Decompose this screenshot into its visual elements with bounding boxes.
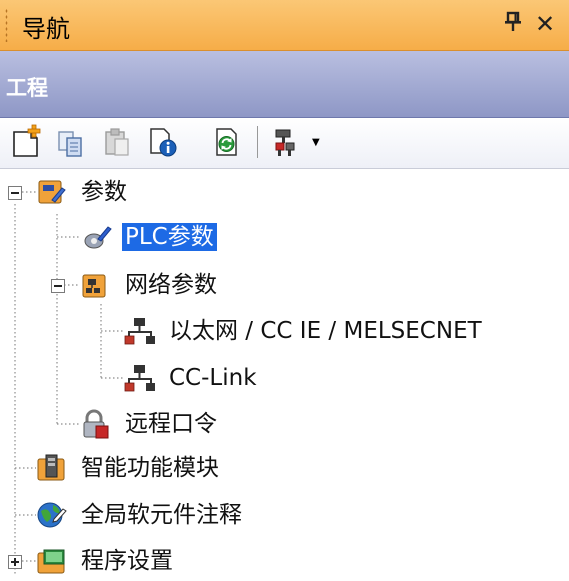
global-comment-icon (36, 499, 68, 531)
module-folder-icon (36, 452, 68, 484)
paste-icon[interactable] (100, 124, 134, 160)
tree-item-label: 远程口令 (125, 411, 217, 437)
properties-icon[interactable] (146, 124, 180, 160)
new-data-icon[interactable] (10, 124, 44, 160)
tree-item-label: 以太网 / CC IE / MELSECNET (169, 318, 482, 344)
panel-title: 导航 (22, 15, 70, 43)
section-title: 工程 (6, 76, 48, 100)
display-options-icon[interactable] (270, 124, 304, 160)
collapse-toggle-network-parameters[interactable] (51, 279, 65, 293)
close-button[interactable]: ✕ (532, 10, 558, 38)
program-setting-icon (36, 545, 68, 577)
drag-grip-icon[interactable] (5, 8, 8, 42)
pin-glyph-icon (505, 11, 521, 31)
lock-icon (80, 408, 112, 440)
toolbar: ▼ (0, 118, 569, 169)
tree-item-label: 智能功能模块 (81, 455, 219, 481)
expand-toggle-program-setting[interactable] (8, 555, 22, 569)
toolbar-separator (257, 126, 258, 158)
tree-item-label: CC-Link (169, 365, 257, 391)
panel-title-bar[interactable]: 导航 ✕ (0, 0, 569, 51)
network-node-icon (124, 315, 156, 347)
project-tree: 参数 PLC参数 网络参数 以太网 / CC IE / MELSECNET CC… (0, 168, 569, 576)
tree-item-label: 程序设置 (81, 548, 173, 574)
copy-icon[interactable] (54, 124, 88, 160)
tree-item-label: 全局软元件注释 (81, 502, 242, 528)
network-node-icon (124, 362, 156, 394)
refresh-icon[interactable] (210, 124, 244, 160)
section-header: 工程 (0, 51, 569, 118)
plc-parameter-icon (80, 221, 112, 253)
collapse-toggle-parameters[interactable] (8, 186, 22, 200)
tree-item-label: PLC参数 (122, 223, 217, 251)
tree-item-label: 参数 (81, 179, 127, 205)
tree-item-label: 网络参数 (125, 272, 217, 298)
chevron-down-icon[interactable]: ▼ (312, 137, 320, 148)
parameters-icon (36, 176, 68, 208)
network-folder-icon (80, 269, 112, 301)
pin-icon[interactable] (500, 10, 526, 38)
